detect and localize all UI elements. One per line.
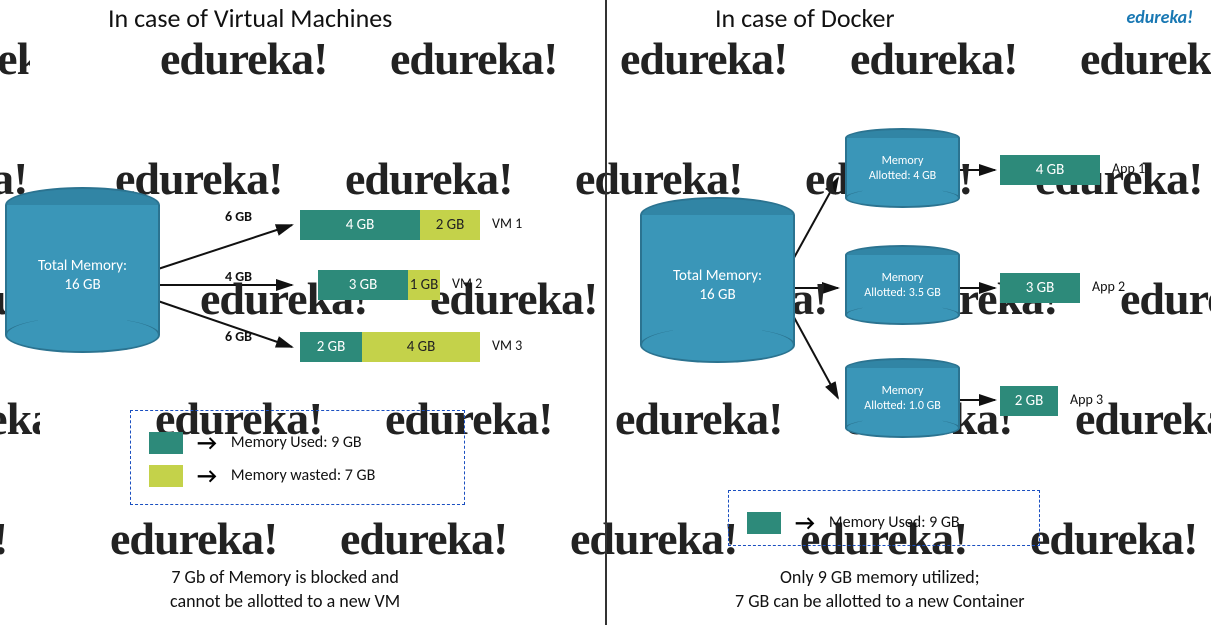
app1-label: App 1 — [1112, 160, 1145, 177]
right-total-memory-cylinder: Total Memory: 16 GB — [640, 215, 795, 365]
app1-used: 4 GB — [1000, 155, 1100, 185]
vm3-alloc-label: 6 GB — [225, 328, 252, 345]
left-heading: In case of Virtual Machines — [108, 2, 392, 34]
vm1-used: 4 GB — [300, 210, 420, 240]
vm3-name: VM 3 — [492, 337, 522, 354]
watermark: edureka! — [570, 512, 738, 565]
watermark: edureka! — [340, 512, 508, 565]
watermark: edureka! — [850, 32, 1018, 85]
watermark: edureka! — [390, 32, 558, 85]
vm3-bar: 2 GB 4 GB — [300, 332, 480, 362]
watermark: edureka! — [160, 32, 328, 85]
watermark: edureka! — [1080, 32, 1211, 85]
app2-label: App 2 — [1092, 278, 1125, 295]
vm2-alloc-label: 4 GB — [225, 268, 252, 285]
left-legend: → Memory Used: 9 GB → Memory wasted: 7 G… — [130, 410, 465, 505]
app2-bar: 3 GB — [1000, 273, 1080, 303]
vm2-name: VM 2 — [452, 275, 482, 292]
watermark: edureka! — [620, 32, 788, 85]
legend-wasted-text: Memory wasted: 7 GB — [231, 466, 375, 485]
watermark: edureka! — [110, 512, 278, 565]
legend-wasted-swatch — [149, 465, 183, 487]
watermark: edureka! — [345, 152, 513, 205]
legend-used-text: Memory Used: 9 GB — [231, 433, 362, 452]
vm2-wasted: 1 GB — [408, 270, 440, 300]
vm1-alloc-label: 6 GB — [225, 208, 252, 225]
app2-used: 3 GB — [1000, 273, 1080, 303]
app3-cylinder: Memory Allotted: 1.0 GB — [845, 368, 960, 443]
watermark: edureka! — [0, 32, 30, 85]
left-total-memory-cylinder: Total Memory: 16 GB — [5, 205, 160, 355]
pane-divider — [605, 0, 607, 625]
vm1-name: VM 1 — [492, 215, 522, 232]
watermark: edureka! — [0, 392, 40, 445]
watermark: edureka! — [0, 512, 40, 565]
watermark: edureka! — [615, 392, 783, 445]
arrow-icon: → — [197, 429, 217, 456]
right-legend: → Memory Used: 9 GB — [728, 490, 1040, 546]
right-conclusion: Only 9 GB memory utilized; 7 GB can be a… — [735, 565, 1025, 614]
app2-cyl-label: Memory Allotted: 3.5 GB — [845, 271, 960, 301]
app1-cylinder: Memory Allotted: 4 GB — [845, 138, 960, 213]
vm1-bar: 4 GB 2 GB — [300, 210, 480, 240]
right-total-memory-label: Total Memory: 16 GB — [640, 267, 795, 305]
app3-bar: 2 GB — [1000, 386, 1058, 416]
arrow-icon: → — [795, 509, 815, 536]
left-total-memory-label: Total Memory: 16 GB — [5, 257, 160, 295]
watermark: edureka! — [1030, 512, 1198, 565]
vm2-bar: 3 GB 1 GB — [318, 270, 440, 300]
right-legend-used-text: Memory Used: 9 GB — [829, 513, 960, 532]
left-conclusion: 7 Gb of Memory is blocked and cannot be … — [170, 565, 400, 614]
app3-label: App 3 — [1070, 391, 1103, 408]
app3-used: 2 GB — [1000, 386, 1058, 416]
app1-cyl-label: Memory Allotted: 4 GB — [845, 154, 960, 184]
vm3-used: 2 GB — [300, 332, 362, 362]
app3-cyl-label: Memory Allotted: 1.0 GB — [845, 384, 960, 414]
app1-bar: 4 GB — [1000, 155, 1100, 185]
vm2-used: 3 GB — [318, 270, 408, 300]
legend-used-swatch — [747, 512, 781, 534]
watermark: edureka! — [1120, 272, 1211, 325]
vm1-wasted: 2 GB — [420, 210, 480, 240]
vm3-wasted: 4 GB — [362, 332, 480, 362]
arrow-icon: → — [197, 462, 217, 489]
right-heading: In case of Docker — [715, 2, 895, 34]
brand-logo: edureka! — [1126, 6, 1193, 28]
app2-cylinder: Memory Allotted: 3.5 GB — [845, 255, 960, 330]
legend-used-swatch — [149, 432, 183, 454]
